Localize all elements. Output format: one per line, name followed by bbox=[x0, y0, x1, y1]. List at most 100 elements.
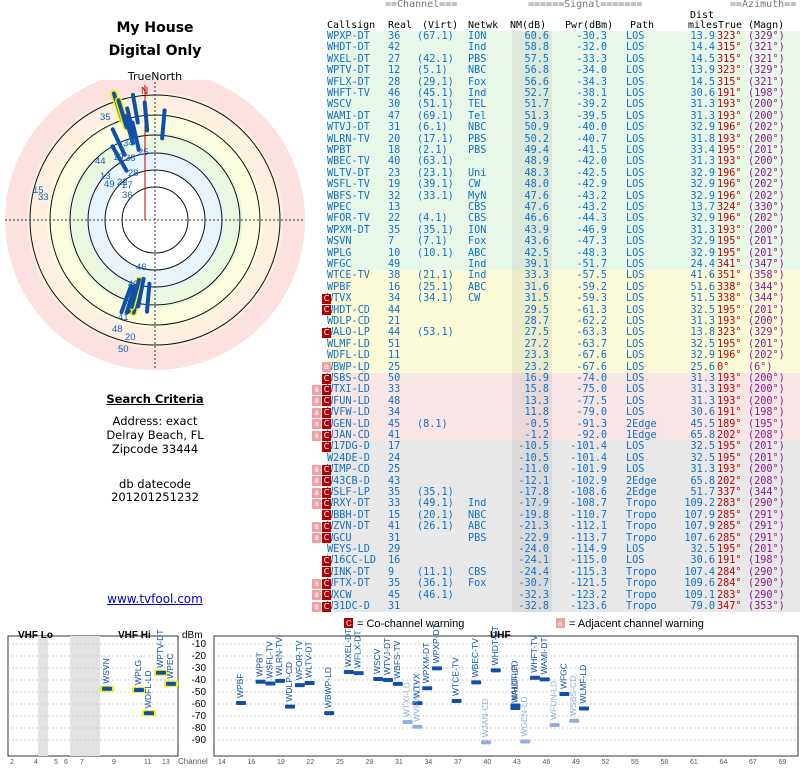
cell-callsign: WXEL-DT bbox=[327, 53, 370, 65]
cell-path: LOS bbox=[626, 31, 645, 42]
cell-magn-azimuth: (202°) bbox=[748, 190, 785, 202]
adjacent-warning-icon: a bbox=[312, 384, 321, 395]
cell-dist: 109.6 bbox=[684, 578, 715, 590]
cell-pwr: -33.3 bbox=[576, 53, 607, 65]
cochannel-warning-icon: C bbox=[322, 419, 331, 430]
cell-pwr: -77.5 bbox=[576, 395, 607, 407]
station-bar-label: WBWP-LD bbox=[323, 667, 333, 708]
cell-true-azimuth: 195° bbox=[717, 544, 742, 555]
dbm-tick: -90 bbox=[192, 735, 207, 746]
cell-true-azimuth: 323° bbox=[717, 65, 742, 77]
cell-callsign: WVFW-LD bbox=[327, 407, 370, 419]
cell-magn-azimuth: (347°) bbox=[748, 259, 785, 270]
cell-dist: 30.6 bbox=[690, 88, 715, 99]
station-bar bbox=[102, 686, 112, 691]
cell-pwr: -108.6 bbox=[570, 487, 607, 498]
station-bar bbox=[471, 680, 482, 685]
cell-magn-azimuth: (321°) bbox=[748, 42, 785, 54]
cell-dist: 14.4 bbox=[690, 42, 715, 54]
cell-network: ION bbox=[468, 31, 487, 42]
cell-dist: 51.6 bbox=[690, 281, 715, 293]
cell-pwr: -48.3 bbox=[576, 247, 607, 259]
cell-path: 2Edge bbox=[626, 487, 657, 498]
cell-true-azimuth: 323° bbox=[717, 327, 742, 339]
dbm-tick: -80 bbox=[192, 723, 207, 734]
cell-dist: 45.5 bbox=[690, 418, 715, 430]
cochannel-warning-icon: C bbox=[322, 441, 331, 452]
table-row: WSLF-LP 35 (35.1) -17.8 -108.6 2Edge 51.7 337° (… bbox=[327, 487, 800, 499]
cochannel-warning-icon: C bbox=[322, 601, 331, 612]
station-bar-label: WGEN-LD bbox=[519, 696, 529, 736]
cell-virt: (4.1) bbox=[417, 213, 448, 225]
cell-callsign: WFLX-DT bbox=[327, 76, 370, 88]
cell-true-azimuth: 315° bbox=[717, 76, 742, 88]
cell-pwr: -34.0 bbox=[576, 65, 607, 77]
tvfool-link[interactable]: www.tvfool.com bbox=[0, 592, 310, 606]
cell-true-azimuth: 284° bbox=[717, 578, 742, 590]
adjacent-warning-icon: a bbox=[312, 396, 321, 407]
search-address: Address: exact bbox=[112, 414, 198, 428]
cell-dist: 109.2 bbox=[684, 498, 715, 510]
cell-path: LOS bbox=[626, 202, 645, 213]
cell-real: 35 bbox=[388, 224, 401, 236]
polar-channel-label: 50 bbox=[118, 344, 129, 355]
cell-callsign: WZVN-DT bbox=[327, 521, 370, 533]
station-bar bbox=[481, 740, 491, 745]
cell-dist: 32.5 bbox=[690, 544, 715, 555]
table-row: WAMI-DT 47 (69.1) Tel 51.3 -39.5 LOS 31.3 193° (2… bbox=[327, 110, 800, 123]
cell-dist: 13.9 bbox=[690, 65, 715, 77]
cell-dist: 31.3 bbox=[690, 384, 715, 396]
cell-true-azimuth: 195° bbox=[717, 145, 742, 156]
polar-channel-label: 35 bbox=[100, 112, 111, 123]
cell-true-azimuth: 191° bbox=[717, 555, 742, 567]
cell-real: 32 bbox=[388, 190, 401, 202]
cell-dist: 31.8 bbox=[690, 133, 715, 145]
cell-virt: (7.1) bbox=[417, 236, 448, 248]
cell-magn-azimuth: (200°) bbox=[748, 224, 785, 236]
station-spoke bbox=[160, 108, 167, 141]
cell-true-azimuth: 285° bbox=[717, 532, 742, 544]
cell-pwr: -43.2 bbox=[576, 202, 607, 213]
cell-dist: 32.5 bbox=[690, 452, 715, 464]
cell-nm: -11.0 bbox=[518, 464, 549, 476]
polar-channel-label: 49 bbox=[104, 179, 115, 190]
adjacent-warning-icon: a bbox=[312, 590, 321, 601]
cell-dist: 32.9 bbox=[690, 167, 715, 179]
station-bar-label: WPLG bbox=[133, 660, 143, 685]
cochannel-warning-icon: C bbox=[322, 555, 331, 566]
cell-real: 16 bbox=[388, 555, 401, 567]
table-row: W16CC-LD 16 -24.1 -115.0 LOS 30.6 191° (198°) bbox=[327, 555, 800, 567]
cell-nm: 11.8 bbox=[524, 407, 549, 419]
cell-nm: -24.1 bbox=[518, 555, 549, 567]
cell-true-azimuth: 324° bbox=[717, 202, 742, 213]
cell-nm: 47.6 bbox=[524, 202, 549, 213]
cell-path: Tropo bbox=[626, 532, 657, 544]
cell-nm: 31.6 bbox=[524, 281, 549, 293]
table-row: WHFT-TV 46 (45.1) Ind 52.7 -38.1 LOS 30.6 191° (1… bbox=[327, 88, 800, 100]
cochannel-warning-icon: C bbox=[322, 293, 331, 304]
table-row: WPXM-DT 35 (35.1) ION 43.9 -46.9 LOS 31.3 193° (2… bbox=[327, 224, 800, 237]
cell-magn-azimuth: (291°) bbox=[748, 521, 785, 533]
adjacent-warning-icon: a bbox=[312, 533, 321, 544]
table-row: WBWP-LD 25 23.2 -67.6 LOS 25.6 0° (6°) bbox=[327, 361, 800, 373]
station-bar-label: WPXM-DT bbox=[421, 643, 431, 684]
cell-nm: -32.3 bbox=[518, 589, 549, 601]
cell-nm: 60.6 bbox=[524, 31, 549, 42]
cell-network: ABC bbox=[468, 247, 487, 259]
cell-magn-azimuth: (200°) bbox=[748, 316, 785, 327]
cell-network: NBC bbox=[468, 509, 487, 521]
vhf-channel-tick: 13 bbox=[162, 759, 170, 766]
cell-dist: 65.8 bbox=[690, 430, 715, 441]
station-bar-label: WPBF bbox=[235, 673, 245, 698]
cell-dist: 107.9 bbox=[684, 521, 715, 533]
cell-magn-azimuth: (290°) bbox=[748, 589, 785, 601]
cell-magn-azimuth: (6°) bbox=[748, 361, 773, 373]
cell-pwr: -38.1 bbox=[576, 88, 607, 99]
cell-magn-azimuth: (321°) bbox=[748, 53, 785, 65]
cell-dist: 107.4 bbox=[684, 566, 715, 578]
cell-nm: 50.9 bbox=[524, 122, 549, 134]
cell-network: Ind bbox=[468, 498, 487, 510]
cell-callsign: WAMI-DT bbox=[327, 110, 370, 122]
table-row: WFTX-DT 35 (36.1) Fox -30.7 -121.5 Tropo 109.6 2… bbox=[327, 578, 800, 590]
cell-pwr: -63.7 bbox=[576, 338, 607, 350]
